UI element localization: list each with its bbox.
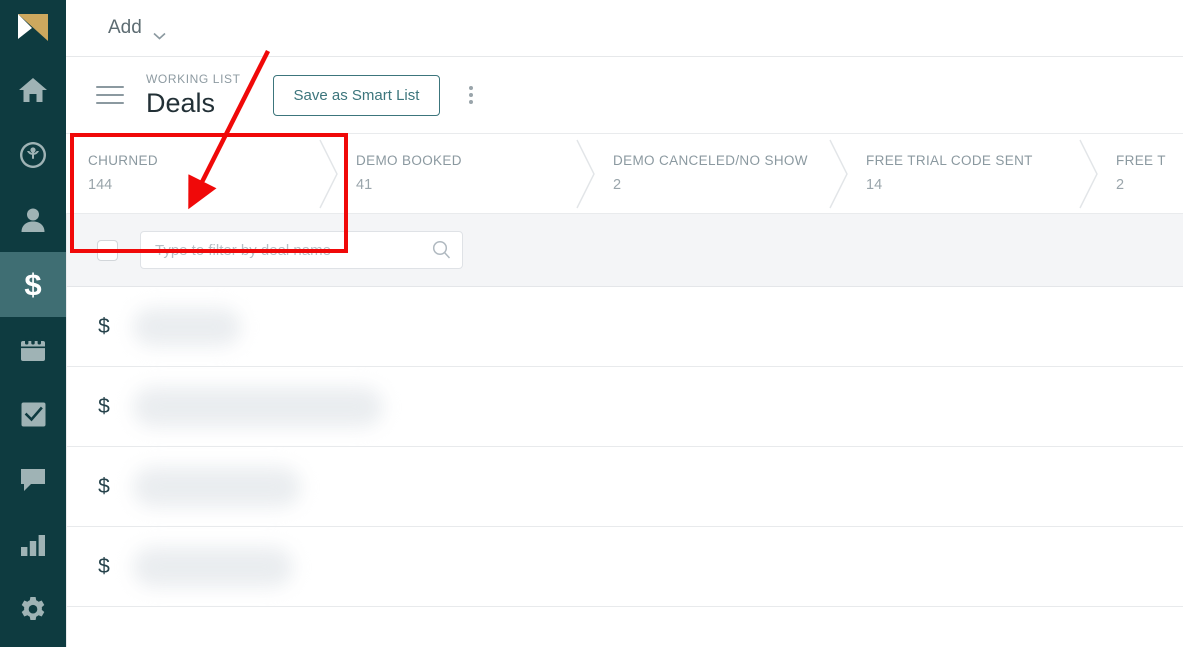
- list-eyebrow: WORKING LIST: [146, 72, 241, 86]
- stage-chevron-icon: [575, 134, 597, 213]
- more-vertical-icon[interactable]: [456, 80, 486, 110]
- home-icon: [18, 76, 48, 104]
- deal-name-redacted: [133, 466, 301, 507]
- sidebar-item-messages[interactable]: [0, 447, 66, 512]
- sidebar-item-calendar[interactable]: [0, 317, 66, 382]
- deal-name-redacted: [133, 386, 383, 427]
- sidebar-item-tasks[interactable]: [0, 382, 66, 447]
- sidebar-item-home[interactable]: [0, 57, 66, 122]
- stage-count: 144: [88, 176, 113, 193]
- dollar-icon: $: [20, 268, 46, 302]
- hamburger-icon[interactable]: [96, 86, 124, 104]
- top-toolbar: Add: [66, 0, 1183, 57]
- deal-filter-field: [140, 231, 463, 269]
- pipeline-stage[interactable]: FREE TRIAL CODE SENT 14: [829, 134, 1094, 213]
- stage-count: 2: [1116, 176, 1125, 193]
- dollar-icon: $: [98, 315, 110, 338]
- pipeline-stage[interactable]: CHURNED 144: [66, 134, 334, 213]
- dollar-icon: $: [98, 475, 110, 498]
- pipeline-stage[interactable]: FREE T 2: [1079, 134, 1183, 213]
- primary-sidebar: $: [0, 0, 66, 647]
- stage-name: FREE T: [1116, 152, 1166, 168]
- target-icon: [18, 140, 48, 170]
- deal-row[interactable]: $: [67, 527, 1183, 607]
- dollar-icon: $: [98, 395, 110, 418]
- search-input[interactable]: [140, 231, 463, 269]
- pipeline-stage-bar: CHURNED 144 DEMO BOOKED 41 DEMO CANCELED/NO …: [66, 134, 1183, 214]
- list-header: WORKING LIST Deals Save as Smart List: [66, 57, 1183, 134]
- stage-count: 41: [356, 176, 373, 193]
- svg-text:$: $: [24, 268, 41, 302]
- flag-logo[interactable]: [0, 0, 66, 57]
- sidebar-item-deals[interactable]: $: [0, 252, 66, 317]
- sidebar-item-contacts[interactable]: [0, 187, 66, 252]
- dollar-icon: $: [98, 555, 110, 578]
- sidebar-item-reports[interactable]: [0, 512, 66, 577]
- checkbox-icon: [20, 401, 47, 428]
- stage-count: 14: [866, 176, 883, 193]
- stage-name: DEMO CANCELED/NO SHOW: [613, 152, 808, 168]
- pipeline-stage[interactable]: DEMO BOOKED 41: [319, 134, 591, 213]
- deal-row[interactable]: $: [67, 287, 1183, 367]
- select-all-checkbox[interactable]: [97, 239, 118, 261]
- sidebar-item-leads[interactable]: [0, 122, 66, 187]
- add-button-label: Add: [108, 17, 142, 38]
- sidebar-item-settings[interactable]: [0, 577, 66, 642]
- pipeline-stage[interactable]: DEMO CANCELED/NO SHOW 2: [576, 134, 844, 213]
- stage-name: FREE TRIAL CODE SENT: [866, 152, 1033, 168]
- filter-toolbar: [66, 214, 1183, 287]
- stage-chevron-icon: [1078, 134, 1100, 213]
- gear-icon: [19, 596, 47, 624]
- calendar-icon: [19, 336, 47, 364]
- list-title-block: WORKING LIST Deals: [146, 71, 241, 119]
- chat-icon: [19, 467, 47, 493]
- search-icon[interactable]: [432, 240, 451, 259]
- page-title: Deals: [146, 88, 216, 118]
- save-as-smart-list-button[interactable]: Save as Smart List: [272, 74, 441, 116]
- app-root: $ Add WORKING LIST Deals Save as Smart L…: [0, 0, 1183, 647]
- stage-chevron-icon: [828, 134, 850, 213]
- deal-row[interactable]: $: [67, 447, 1183, 527]
- deal-name-redacted: [133, 546, 293, 587]
- deal-row[interactable]: $: [67, 367, 1183, 447]
- stage-count: 2: [613, 176, 622, 193]
- stage-name: CHURNED: [88, 152, 158, 168]
- stage-name: DEMO BOOKED: [356, 152, 462, 168]
- deal-name-redacted: [133, 307, 241, 346]
- main-content: Add WORKING LIST Deals Save as Smart Lis…: [66, 0, 1183, 647]
- deal-list: $ $ $ $: [66, 287, 1183, 647]
- person-icon: [19, 206, 47, 234]
- bar-chart-icon: [19, 533, 47, 557]
- stage-chevron-icon: [318, 134, 340, 213]
- add-button[interactable]: Add: [108, 17, 166, 40]
- chevron-down-icon: [153, 24, 166, 40]
